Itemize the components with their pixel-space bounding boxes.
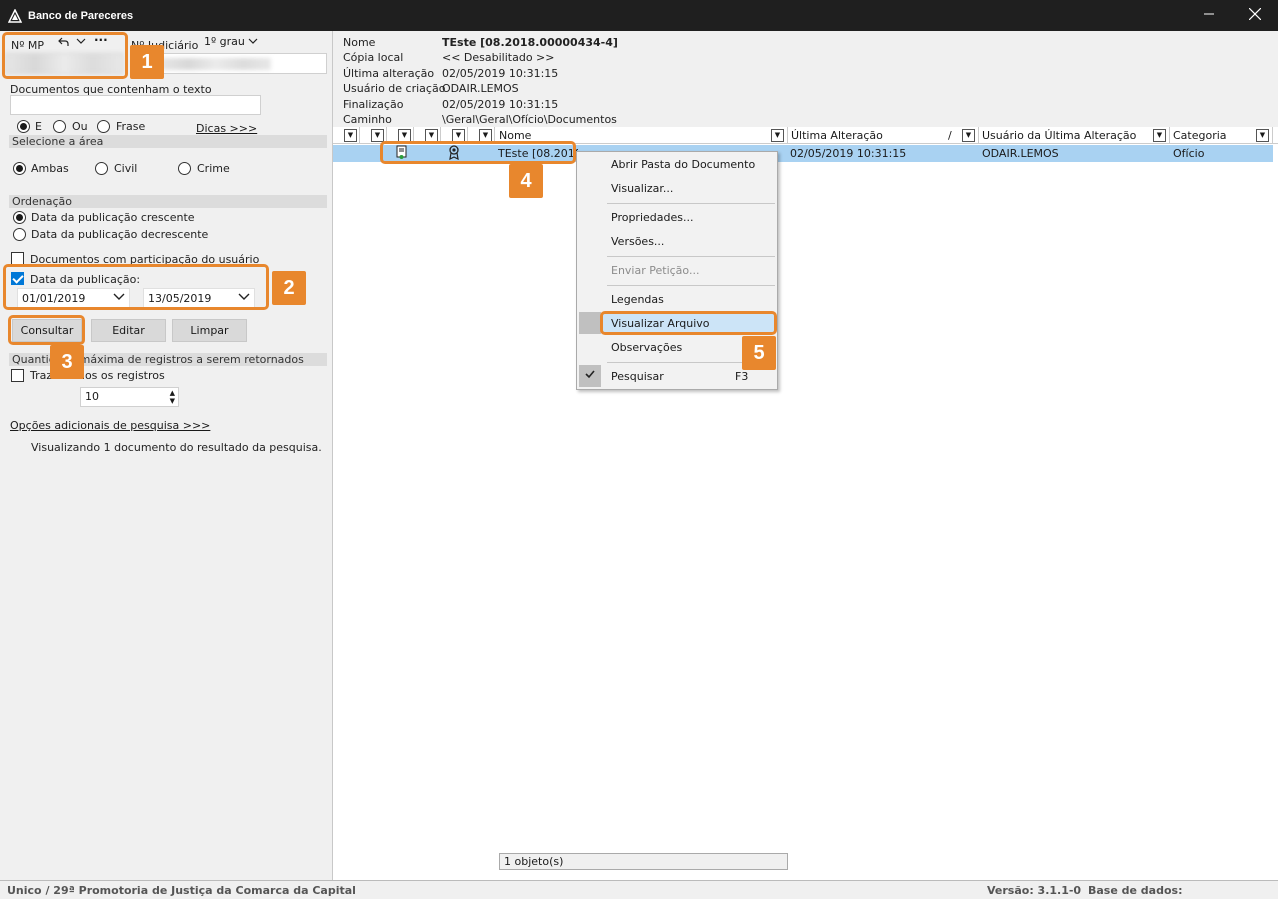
callout-box-5 <box>600 311 777 335</box>
area-crime-label: Crime <box>197 162 230 175</box>
result-text: Visualizando 1 documento do resultado da… <box>31 441 322 454</box>
callout-box-1 <box>2 32 128 79</box>
order-asc-label: Data da publicação crescente <box>31 211 195 224</box>
app-logo-icon <box>6 7 24 25</box>
dropdown-arrow-icon[interactable]: ▼ <box>371 129 384 142</box>
menu-separator <box>607 285 775 286</box>
callout-badge-4: 4 <box>509 164 543 198</box>
area-crime-radio[interactable] <box>178 162 191 175</box>
info-value-usuario: ODAIR.LEMOS <box>442 82 519 95</box>
menu-separator <box>607 256 775 257</box>
blurred-value <box>161 58 271 70</box>
area-civil-label: Civil <box>114 162 138 175</box>
menu-item-legendas[interactable]: Legendas <box>611 293 664 306</box>
order-desc-label: Data da publicação decrescente <box>31 228 209 241</box>
grau-select[interactable]: 1º grau <box>204 35 258 48</box>
menu-item-propriedades[interactable]: Propriedades... <box>611 211 693 224</box>
limpar-button[interactable]: Limpar <box>172 319 247 342</box>
menu-shortcut-pesquisar: F3 <box>735 370 749 383</box>
menu-gutter-highlight <box>579 312 601 334</box>
menu-item-versoes[interactable]: Versões... <box>611 235 664 248</box>
info-label-alteracao: Última alteração <box>343 67 435 80</box>
menu-item-enviar-peticao: Enviar Petição... <box>611 264 700 277</box>
search-panel: Nº MP ··· Nº Judiciário 1º grau 1 Docume… <box>0 31 333 880</box>
status-location: Unico / 29ª Promotoria de Justiça da Com… <box>7 884 356 897</box>
mode-e-radio[interactable] <box>17 120 30 133</box>
callout-badge-3: 3 <box>50 345 84 379</box>
more-options-link[interactable]: Opções adicionais de pesquisa >>> <box>10 419 210 432</box>
window-title: Banco de Pareceres <box>28 9 134 22</box>
info-value-caminho: \Geral\Geral\Ofício\Documentos <box>442 113 617 126</box>
order-desc-radio[interactable] <box>13 228 26 241</box>
dropdown-arrow-icon[interactable]: ▼ <box>962 129 975 142</box>
ordering-header: Ordenação <box>9 195 327 208</box>
column-header-filter-1[interactable]: ▼ <box>333 127 360 144</box>
object-count: 1 objeto(s) <box>499 853 788 870</box>
info-label-nome: Nome <box>343 36 376 49</box>
close-button[interactable] <box>1232 0 1278 31</box>
mode-e-label: E <box>35 120 42 133</box>
callout-box-2 <box>3 264 269 310</box>
mode-ou-label: Ou <box>72 120 88 133</box>
callout-badge-5: 5 <box>742 336 776 370</box>
callout-box-3 <box>8 315 85 345</box>
area-ambas-radio[interactable] <box>13 162 26 175</box>
menu-item-pesquisar[interactable]: Pesquisar <box>611 370 664 383</box>
info-value-copia: << Desabilitado >> <box>442 51 555 64</box>
close-icon <box>1248 7 1262 23</box>
menu-item-abrir-pasta[interactable]: Abrir Pasta do Documento <box>611 158 755 171</box>
info-label-caminho: Caminho <box>343 113 392 126</box>
mode-ou-radio[interactable] <box>53 120 66 133</box>
max-records-value: 10 <box>85 390 99 403</box>
max-records-spinner[interactable]: 10 ▲ ▼ <box>80 387 179 407</box>
info-label-copia: Cópia local <box>343 51 404 64</box>
row-categoria: Ofício <box>1173 147 1205 160</box>
info-value-finalizacao: 02/05/2019 10:31:15 <box>442 98 559 111</box>
column-header-label: Última Alteração <box>791 129 883 142</box>
row-usuario: ODAIR.LEMOS <box>982 147 1059 160</box>
grau-value: 1º grau <box>204 35 245 48</box>
info-label-finalizacao: Finalização <box>343 98 404 111</box>
dicas-link[interactable]: Dicas >>> <box>196 122 257 135</box>
info-value-alteracao: 02/05/2019 10:31:15 <box>442 67 559 80</box>
area-ambas-label: Ambas <box>31 162 69 175</box>
column-header-label: Usuário da Última Alteração <box>982 129 1137 142</box>
callout-box-4 <box>380 141 576 164</box>
column-header-usuario[interactable]: Usuário da Última Alteração ▼ <box>979 127 1170 144</box>
title-bar: Banco de Pareceres <box>0 0 1278 31</box>
docs-text-input[interactable] <box>10 95 261 115</box>
dropdown-arrow-icon[interactable]: ▼ <box>771 129 784 142</box>
callout-badge-2: 2 <box>272 271 306 305</box>
editar-button[interactable]: Editar <box>91 319 166 342</box>
dropdown-arrow-icon[interactable]: ▼ <box>344 129 357 142</box>
minimize-icon <box>1204 9 1214 22</box>
column-header-ultima-alteracao[interactable]: Última Alteração / ▼ <box>788 127 979 144</box>
minimize-button[interactable] <box>1186 0 1232 31</box>
menu-separator <box>607 203 775 204</box>
mode-frase-label: Frase <box>116 120 146 133</box>
area-header: Selecione a área <box>9 135 327 148</box>
area-civil-radio[interactable] <box>95 162 108 175</box>
mode-frase-radio[interactable] <box>97 120 110 133</box>
dropdown-arrow-icon[interactable]: ▼ <box>1256 129 1269 142</box>
checkmark-icon <box>585 369 595 382</box>
info-value-nome: TEste [08.2018.00000434-4] <box>442 36 618 49</box>
info-label-usuario: Usuário de criação <box>343 82 446 95</box>
status-bar: Unico / 29ª Promotoria de Justiça da Com… <box>0 880 1278 899</box>
spinner-arrows-icon[interactable]: ▲ ▼ <box>170 389 175 405</box>
chevron-down-icon <box>248 35 258 48</box>
row-ultima-alteracao: 02/05/2019 10:31:15 <box>790 147 907 160</box>
order-asc-radio[interactable] <box>13 211 26 224</box>
document-info: Nome TEste [08.2018.00000434-4] Cópia lo… <box>333 31 1278 127</box>
status-version: Versão: 3.1.1-0 <box>987 884 1082 897</box>
all-records-checkbox[interactable] <box>11 369 24 382</box>
dropdown-arrow-icon[interactable]: ▼ <box>1153 129 1166 142</box>
callout-badge-1: 1 <box>130 45 164 79</box>
sort-indicator-icon: / <box>948 129 952 142</box>
menu-item-visualizar[interactable]: Visualizar... <box>611 182 673 195</box>
status-database: Base de dados: MPSC_EVO_TESTE <box>1088 884 1197 899</box>
menu-item-observacoes[interactable]: Observações <box>611 341 682 354</box>
column-header-label: Categoria <box>1173 129 1227 142</box>
column-header-categoria[interactable]: Categoria ▼ <box>1170 127 1273 144</box>
